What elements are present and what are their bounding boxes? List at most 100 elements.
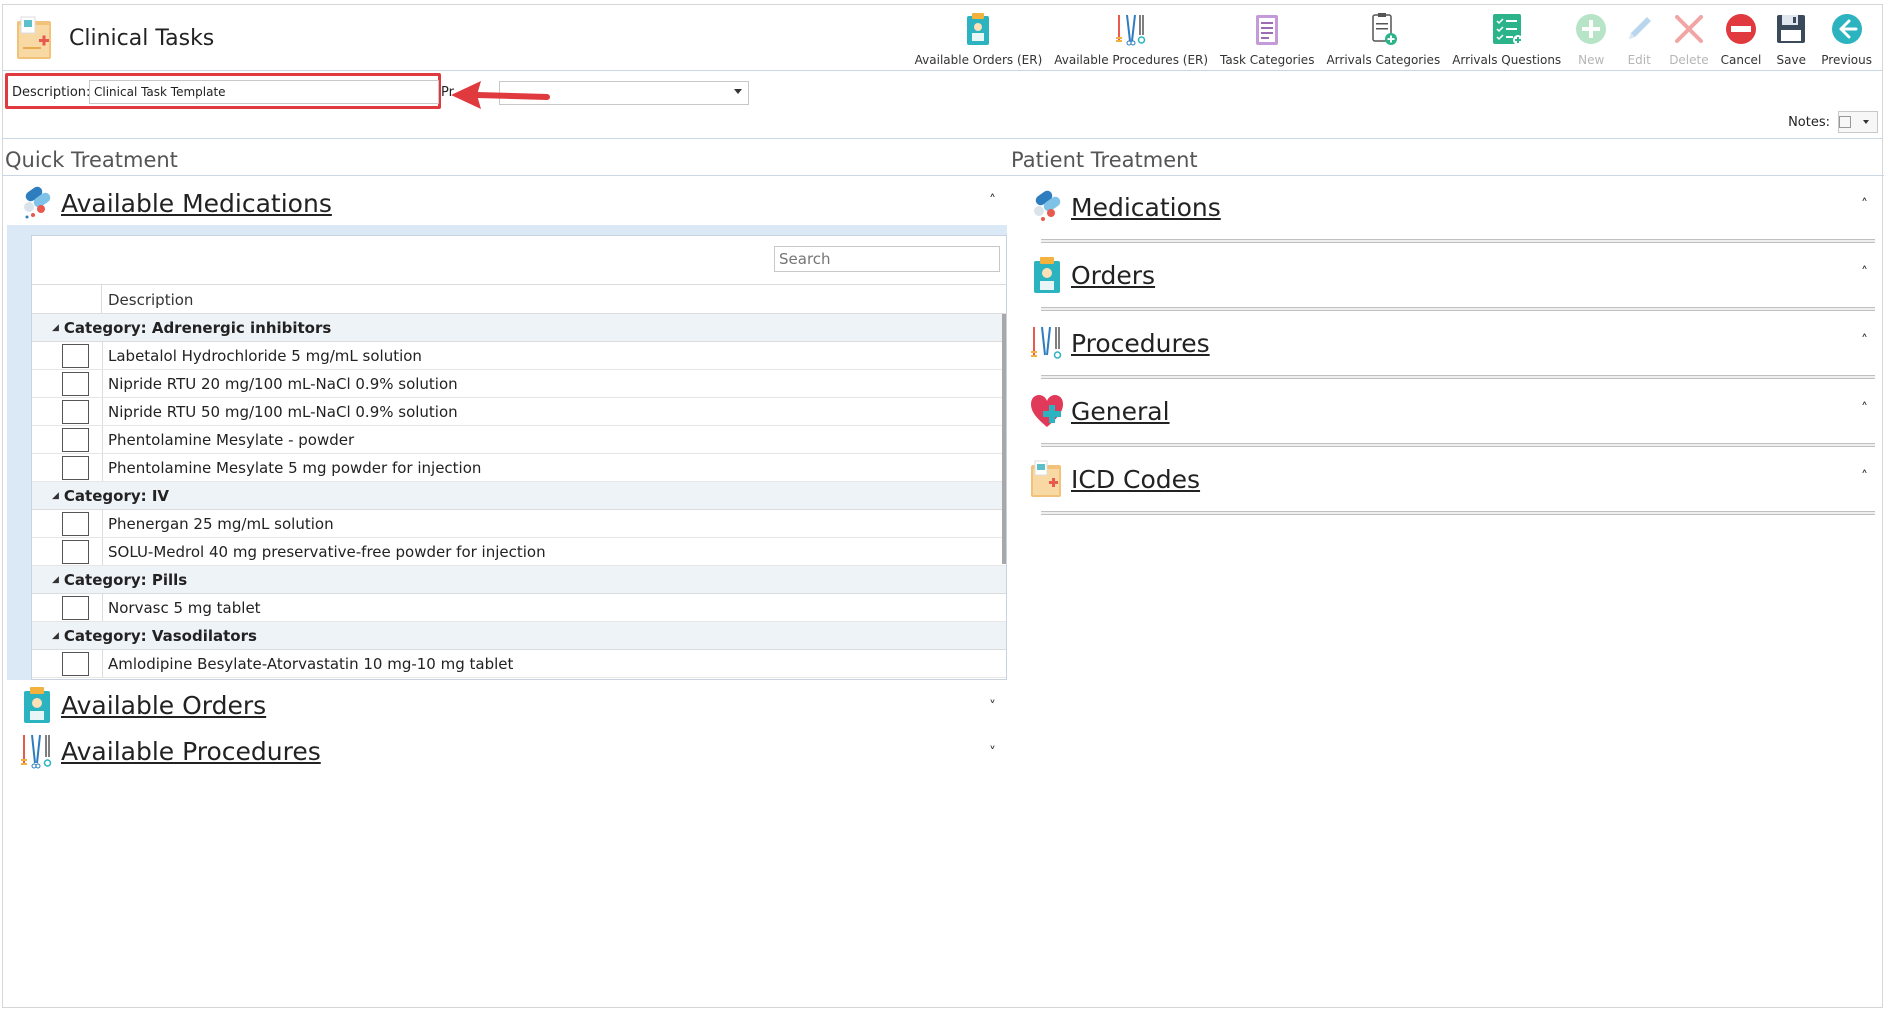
column-separator	[102, 510, 103, 537]
chevron-up-icon[interactable]: ˄	[1861, 265, 1868, 281]
available-orders-header[interactable]: Available Orders	[19, 683, 266, 727]
medication-description: Amlodipine Besylate-Atorvastatin 10 mg-1…	[108, 655, 514, 673]
general-group-header[interactable]: General	[1029, 389, 1170, 433]
table-row[interactable]: Phentolamine Mesylate 5 mg powder for in…	[32, 454, 1006, 482]
orders-clipboard-icon	[1034, 257, 1060, 293]
table-row[interactable]: Amlodipine Besylate-Atorvastatin 10 mg-1…	[32, 650, 1006, 678]
column-separator	[102, 398, 103, 425]
available-orders-title: Available Orders	[61, 690, 267, 720]
description-column-header[interactable]: Description	[108, 291, 193, 309]
row-checkbox[interactable]	[62, 428, 89, 452]
collapse-triangle-icon[interactable]: ◢	[52, 323, 59, 333]
arrivals-categories-button[interactable]: Arrivals Categories	[1320, 7, 1446, 69]
medications-icon	[24, 186, 51, 219]
row-checkbox[interactable]	[62, 540, 89, 564]
chevron-down-icon[interactable]: ˅	[989, 745, 996, 761]
row-checkbox[interactable]	[62, 372, 89, 396]
table-row[interactable]: Phentolamine Mesylate - powder	[32, 426, 1006, 454]
grid-column-header: Description	[32, 284, 1006, 314]
table-row[interactable]: Phenergan 25 mg/mL solution	[32, 510, 1006, 538]
orders-group-title: Orders	[1071, 260, 1156, 290]
new-button[interactable]: New	[1567, 7, 1615, 69]
category-row[interactable]: ◢ Category: Vasodilators	[32, 622, 1006, 650]
table-row[interactable]: Nipride RTU 20 mg/100 mL-NaCl 0.9% solut…	[32, 370, 1006, 398]
row-checkbox[interactable]	[62, 400, 89, 424]
delete-button[interactable]: Delete	[1663, 7, 1714, 69]
medication-description: Norvasc 5 mg tablet	[108, 599, 261, 617]
category-label: Category: Vasodilators	[63, 626, 257, 645]
chevron-up-icon[interactable]: ˄	[989, 193, 996, 209]
description-input[interactable]	[89, 80, 439, 104]
orders-clipboard-icon	[967, 13, 990, 45]
collapse-triangle-icon[interactable]: ◢	[52, 491, 59, 501]
row-checkbox[interactable]	[62, 596, 89, 620]
surgical-tools-icon	[1116, 14, 1146, 46]
available-procedures-header[interactable]: Available Procedures	[19, 729, 321, 773]
toolbar: Available Orders (ER) Available Procedur…	[909, 7, 1878, 69]
table-row[interactable]: Labetalol Hydrochloride 5 mg/mL solution	[32, 342, 1006, 370]
available-procedures-er-button[interactable]: Available Procedures (ER)	[1048, 7, 1214, 69]
chevron-up-icon[interactable]: ˄	[1861, 197, 1868, 213]
description-label: Description:	[12, 85, 91, 100]
table-row[interactable]: Nipride RTU 50 mg/100 mL-NaCl 0.9% solut…	[32, 398, 1006, 426]
chevron-down-icon[interactable]: ˅	[989, 699, 996, 715]
category-row[interactable]: ◢ Category: Pills	[32, 566, 1006, 594]
surgical-tools-icon	[1031, 326, 1062, 359]
collapse-triangle-icon[interactable]: ◢	[52, 575, 59, 585]
patient-treatment-heading: Patient Treatment	[1011, 148, 1198, 172]
procedures-group-header[interactable]: Procedures	[1029, 321, 1210, 365]
divider	[3, 138, 1882, 139]
app-title-area: Clinical Tasks	[15, 13, 214, 63]
header: Clinical Tasks Available Orders (ER) Ava…	[3, 5, 1882, 71]
row-checkbox[interactable]	[62, 344, 89, 368]
medication-description: Phentolamine Mesylate 5 mg powder for in…	[108, 459, 482, 477]
procedures-group-title: Procedures	[1071, 328, 1210, 358]
scrollbar[interactable]	[1002, 314, 1006, 564]
medications-group-divider	[1041, 239, 1875, 243]
chevron-up-icon[interactable]: ˄	[1861, 401, 1868, 417]
no-entry-icon	[1725, 14, 1756, 44]
medication-description: Phenergan 25 mg/mL solution	[108, 515, 334, 533]
checklist-add-icon	[1492, 14, 1523, 45]
save-button[interactable]: Save	[1767, 7, 1815, 69]
quick-treatment-heading: Quick Treatment	[5, 148, 178, 172]
chevron-up-icon[interactable]: ˄	[1861, 333, 1868, 349]
select-column-header	[32, 285, 102, 313]
notes-label: Notes:	[1788, 114, 1830, 130]
row-checkbox[interactable]	[62, 456, 89, 480]
medications-group-header[interactable]: Medications	[1029, 185, 1221, 229]
medications-rows: ◢ Category: Adrenergic inhibitors Labetalo…	[32, 314, 1006, 678]
collapse-triangle-icon[interactable]: ◢	[52, 631, 59, 641]
edit-button[interactable]: Edit	[1615, 7, 1663, 69]
category-label: Category: IV	[63, 486, 170, 505]
notes-dropdown-button[interactable]	[1838, 111, 1878, 133]
column-separator	[102, 594, 103, 621]
description-highlight-box: Description:	[5, 73, 441, 109]
row-checkbox[interactable]	[62, 512, 89, 536]
column-separator	[102, 426, 103, 453]
task-categories-button[interactable]: Task Categories	[1214, 7, 1320, 69]
clinical-folder-icon	[1031, 460, 1061, 497]
icd-codes-group-header[interactable]: ICD Codes	[1029, 457, 1200, 501]
search-input[interactable]	[774, 246, 1000, 272]
arrow-left-circle-icon	[1831, 14, 1862, 44]
category-row[interactable]: ◢ Category: IV	[32, 482, 1006, 510]
arrivals-questions-button[interactable]: Arrivals Questions	[1446, 7, 1567, 69]
app-window: Clinical Tasks Available Orders (ER) Ava…	[2, 4, 1884, 1008]
table-row[interactable]: SOLU-Medrol 40 mg preservative-free powd…	[32, 538, 1006, 566]
previous-button[interactable]: Previous	[1815, 7, 1878, 69]
orders-group-header[interactable]: Orders	[1029, 253, 1155, 297]
available-orders-er-button[interactable]: Available Orders (ER)	[909, 7, 1049, 69]
row-checkbox[interactable]	[62, 652, 89, 676]
column-separator	[102, 650, 103, 677]
icd-codes-group-title: ICD Codes	[1071, 464, 1201, 494]
clinical-tasks-icon	[17, 16, 51, 59]
column-separator	[102, 370, 103, 397]
cancel-button[interactable]: Cancel	[1715, 7, 1768, 69]
column-separator	[102, 538, 103, 565]
table-row[interactable]: Norvasc 5 mg tablet	[32, 594, 1006, 622]
available-medications-header[interactable]: Available Medications	[19, 181, 332, 225]
category-row[interactable]: ◢ Category: Adrenergic inhibitors	[32, 314, 1006, 342]
orders-group-divider	[1041, 307, 1875, 311]
chevron-up-icon[interactable]: ˄	[1861, 469, 1868, 485]
